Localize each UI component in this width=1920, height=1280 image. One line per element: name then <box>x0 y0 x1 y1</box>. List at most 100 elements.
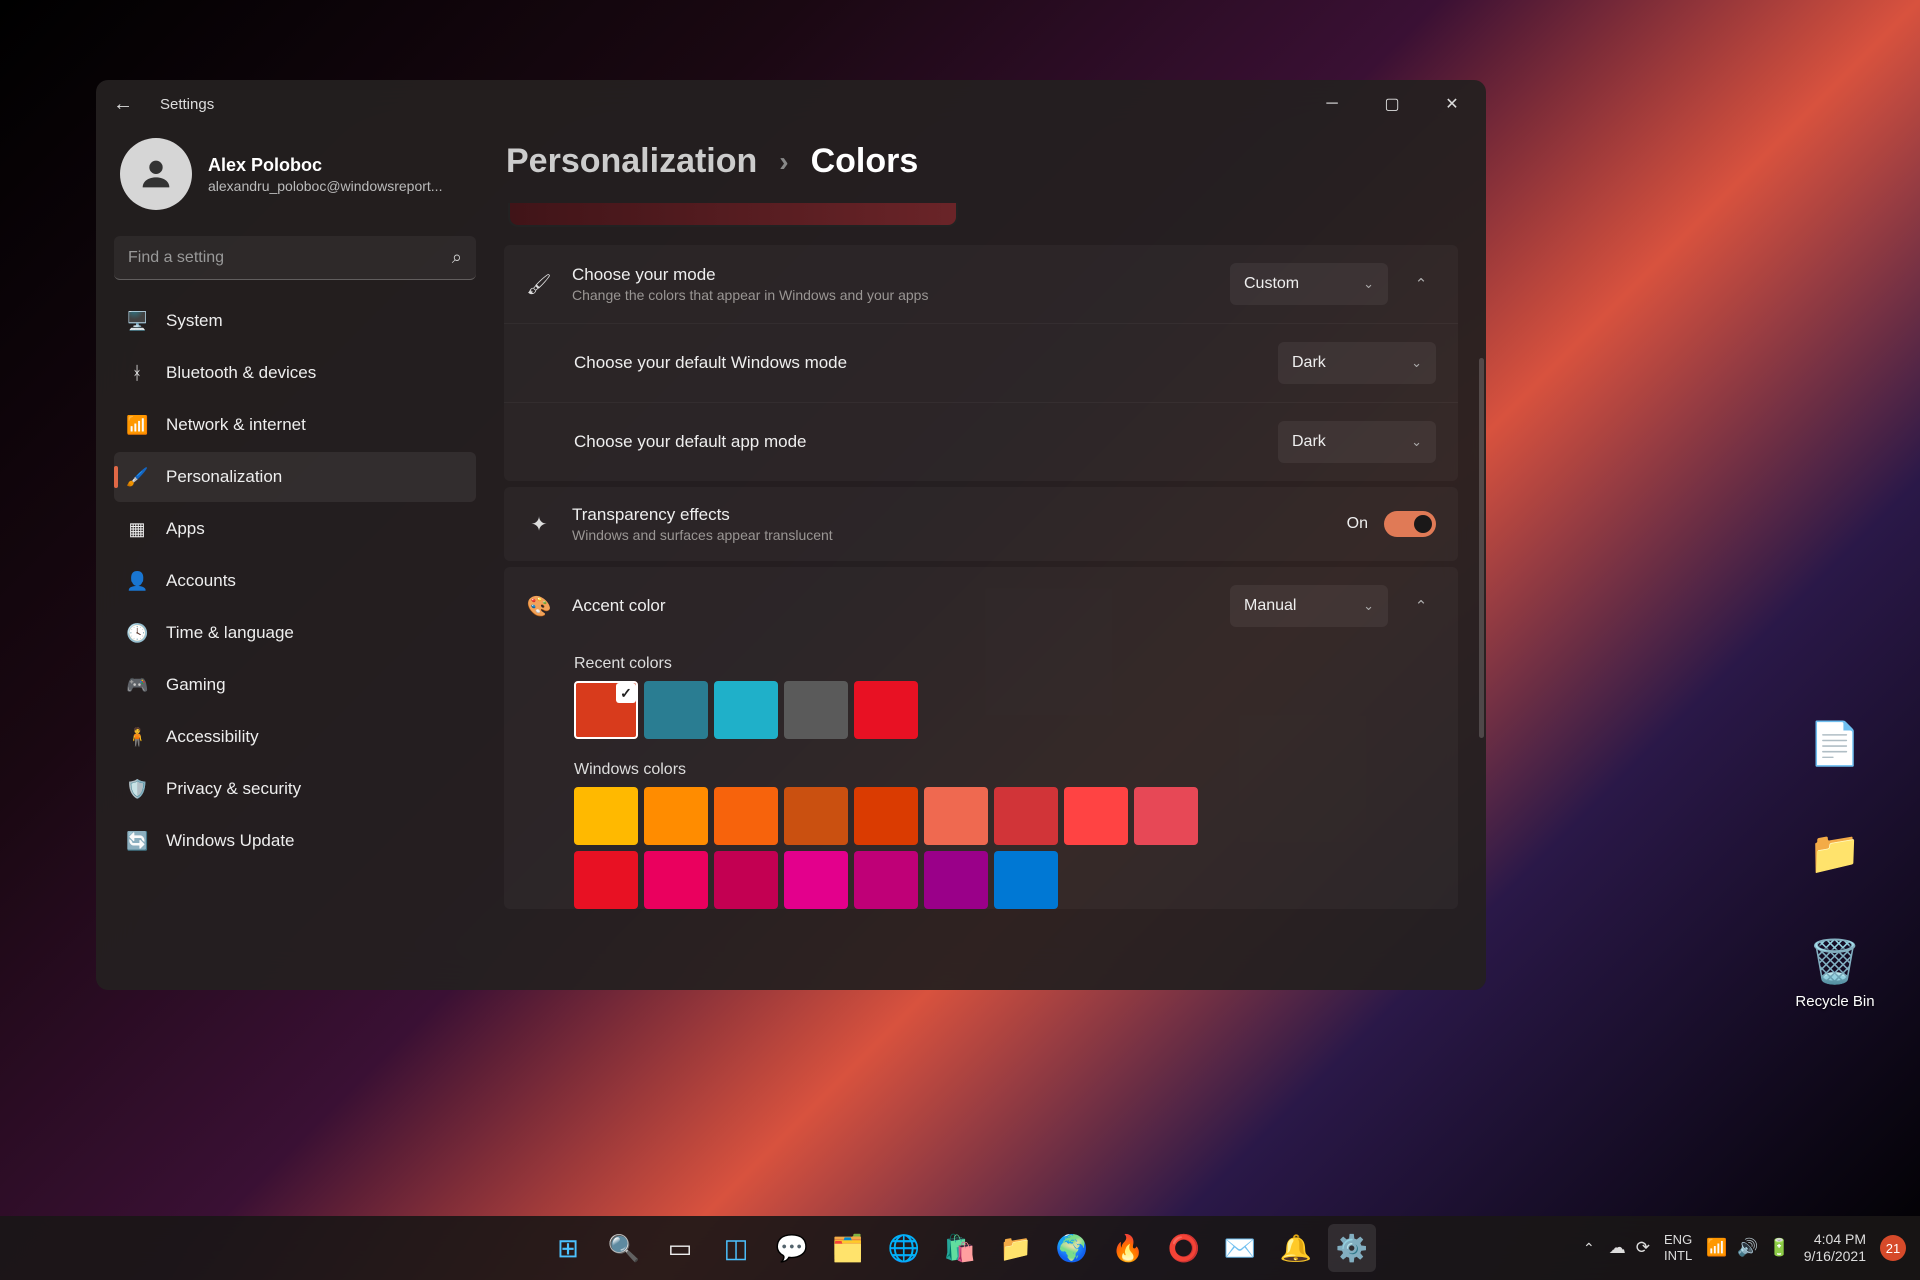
collapse-button[interactable]: ⌃ <box>1406 591 1436 621</box>
sidebar-item-time-language[interactable]: 🕓Time & language <box>114 608 476 658</box>
windows-color-swatch[interactable] <box>994 787 1058 845</box>
windows-color-swatch[interactable] <box>994 851 1058 909</box>
sidebar-item-accounts[interactable]: 👤Accounts <box>114 556 476 606</box>
sidebar-item-personalization[interactable]: 🖌️Personalization <box>114 452 476 502</box>
app-icon: 🌍 <box>1056 1233 1088 1264</box>
tray-chevron-up-icon[interactable]: ⌃ <box>1583 1240 1595 1257</box>
window-title: Settings <box>160 96 214 113</box>
windows-color-swatch[interactable] <box>1134 787 1198 845</box>
recent-color-swatch[interactable] <box>644 681 708 739</box>
chrome-button[interactable]: ⭕ <box>1160 1224 1208 1272</box>
desktop-file-1[interactable]: 📄 <box>1780 720 1890 769</box>
card-transparency: ✦ Transparency effects Windows and surfa… <box>504 487 1458 561</box>
sidebar-item-bluetooth-devices[interactable]: ᚼBluetooth & devices <box>114 348 476 398</box>
search-button[interactable]: 🔍 <box>600 1224 648 1272</box>
windows-color-swatch[interactable] <box>924 851 988 909</box>
taskbar-center: ⊞ 🔍 ▭ ◫ 💬 🗂️ 🌐 🛍️ 📁 🌍 🔥 ⭕ ✉️ 🔔 ⚙️ <box>544 1224 1376 1272</box>
sidebar-item-network-internet[interactable]: 📶Network & internet <box>114 400 476 450</box>
store-icon: 🛍️ <box>944 1233 976 1264</box>
sidebar-item-system[interactable]: 🖥️System <box>114 296 476 346</box>
transparency-toggle[interactable] <box>1384 511 1436 537</box>
titlebar: ← Settings ─ ▢ ✕ <box>96 80 1486 128</box>
sidebar-item-privacy-security[interactable]: 🛡️Privacy & security <box>114 764 476 814</box>
edge-button[interactable]: 🌐 <box>880 1224 928 1272</box>
desktop-folder-1[interactable]: 📁 <box>1780 829 1890 878</box>
app-mode-dropdown[interactable]: Dark ⌄ <box>1278 421 1436 463</box>
sidebar-item-gaming[interactable]: 🎮Gaming <box>114 660 476 710</box>
language-indicator[interactable]: ENG INTL <box>1664 1232 1692 1263</box>
sidebar-item-accessibility[interactable]: 🧍Accessibility <box>114 712 476 762</box>
accent-mode-dropdown[interactable]: Manual ⌄ <box>1230 585 1388 627</box>
windows-color-swatch[interactable] <box>714 787 778 845</box>
clock-date: 9/16/2021 <box>1804 1248 1866 1266</box>
gear-icon: ⚙️ <box>1336 1233 1368 1264</box>
collapse-button[interactable]: ⌃ <box>1406 269 1436 299</box>
folder-app-button[interactable]: 📁 <box>992 1224 1040 1272</box>
windows-color-swatch[interactable] <box>644 851 708 909</box>
back-button[interactable]: ← <box>108 89 138 119</box>
scrollbar[interactable] <box>1479 358 1484 738</box>
windows-color-swatch[interactable] <box>574 787 638 845</box>
windows-color-swatch[interactable] <box>924 787 988 845</box>
recent-color-swatch[interactable] <box>714 681 778 739</box>
nav-icon: 🛡️ <box>126 779 148 800</box>
minimize-button[interactable]: ─ <box>1302 80 1362 128</box>
windows-color-swatch[interactable] <box>784 851 848 909</box>
flame-icon: 🔥 <box>1112 1233 1144 1264</box>
mode-dropdown[interactable]: Custom ⌄ <box>1230 263 1388 305</box>
settings-taskbar-button[interactable]: ⚙️ <box>1328 1224 1376 1272</box>
nav-icon: 👤 <box>126 571 148 592</box>
onedrive-icon[interactable]: ☁ <box>1609 1238 1626 1258</box>
task-view-button[interactable]: ▭ <box>656 1224 704 1272</box>
close-icon: ✕ <box>1445 94 1458 114</box>
sidebar-item-windows-update[interactable]: 🔄Windows Update <box>114 816 476 866</box>
store-button[interactable]: 🛍️ <box>936 1224 984 1272</box>
chat-button[interactable]: 💬 <box>768 1224 816 1272</box>
notification-badge[interactable]: 21 <box>1880 1235 1906 1261</box>
nav-label: Network & internet <box>166 415 306 435</box>
battery-icon[interactable]: 🔋 <box>1769 1238 1790 1258</box>
maximize-button[interactable]: ▢ <box>1362 80 1422 128</box>
nav-label: Bluetooth & devices <box>166 363 316 383</box>
windows-color-swatch[interactable] <box>714 851 778 909</box>
wifi-icon[interactable]: 📶 <box>1706 1238 1727 1258</box>
close-button[interactable]: ✕ <box>1422 80 1482 128</box>
slack-button[interactable]: 🔔 <box>1272 1224 1320 1272</box>
recent-color-swatch[interactable] <box>854 681 918 739</box>
row-title: Choose your default app mode <box>574 432 1258 452</box>
lang-primary: ENG <box>1664 1232 1692 1248</box>
windows-color-swatch[interactable] <box>1064 787 1128 845</box>
profile-block[interactable]: Alex Poloboc alexandru_poloboc@windowsre… <box>114 128 476 230</box>
windows-mode-dropdown[interactable]: Dark ⌄ <box>1278 342 1436 384</box>
desktop-recycle-bin[interactable]: 🗑️ Recycle Bin <box>1780 938 1890 1010</box>
breadcrumb-parent[interactable]: Personalization <box>506 142 757 181</box>
windows-color-swatch[interactable] <box>784 787 848 845</box>
sidebar-item-apps[interactable]: ▦Apps <box>114 504 476 554</box>
start-button[interactable]: ⊞ <box>544 1224 592 1272</box>
volume-icon[interactable]: 🔊 <box>1737 1238 1758 1258</box>
search-input[interactable] <box>114 236 476 280</box>
clock[interactable]: 4:04 PM 9/16/2021 <box>1804 1231 1866 1266</box>
breadcrumb-current: Colors <box>811 142 919 181</box>
nav-icon: 🧍 <box>126 727 148 748</box>
recent-color-swatch[interactable] <box>784 681 848 739</box>
windows-color-swatch[interactable] <box>644 787 708 845</box>
profile-name: Alex Poloboc <box>208 155 442 176</box>
folder-icon: 📁 <box>1809 829 1861 878</box>
recent-color-swatch[interactable] <box>574 681 638 739</box>
app-button-1[interactable]: 🌍 <box>1048 1224 1096 1272</box>
update-icon[interactable]: ⟳ <box>1636 1238 1650 1258</box>
widgets-button[interactable]: ◫ <box>712 1224 760 1272</box>
row-accent-color: 🎨 Accent color Manual ⌄ ⌃ <box>504 567 1458 645</box>
windows-color-swatch[interactable] <box>574 851 638 909</box>
lang-secondary: INTL <box>1664 1248 1692 1264</box>
slack-icon: 🔔 <box>1280 1233 1312 1264</box>
explorer-button[interactable]: 🗂️ <box>824 1224 872 1272</box>
brush-icon: 🖌 <box>526 272 552 297</box>
mail-button[interactable]: ✉️ <box>1216 1224 1264 1272</box>
windows-color-swatch[interactable] <box>854 787 918 845</box>
app-button-2[interactable]: 🔥 <box>1104 1224 1152 1272</box>
windows-color-swatch[interactable] <box>854 851 918 909</box>
window-controls: ─ ▢ ✕ <box>1302 80 1482 128</box>
windows-colors-label: Windows colors <box>574 761 1458 779</box>
